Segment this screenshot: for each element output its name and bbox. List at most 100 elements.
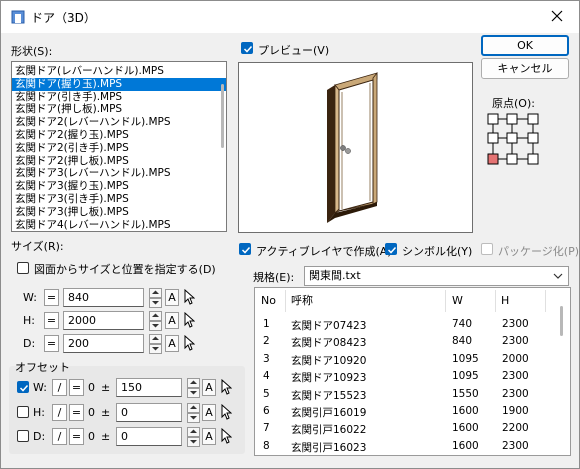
- table-cell: 玄関ドア15523: [291, 389, 367, 402]
- offset-w-eq[interactable]: =: [69, 379, 84, 396]
- table-row[interactable]: 6 玄関引戸16019 1600 1900: [255, 402, 570, 420]
- symbolize-checkbox[interactable]: [385, 243, 397, 255]
- offset-h-checkbox[interactable]: [17, 406, 29, 418]
- shape-list-item[interactable]: 玄関ドア(レバーハンドル).MPS: [12, 65, 226, 78]
- size-label: サイズ(R):: [11, 240, 64, 253]
- shape-list-scrollbar[interactable]: [221, 84, 224, 148]
- shape-list-item[interactable]: 玄関ドア2(引き手).MPS: [12, 142, 226, 155]
- shape-list-item[interactable]: 玄関ドア3(レバーハンドル).MPS: [12, 167, 226, 180]
- size-h-unit-button[interactable]: A: [165, 312, 179, 329]
- shape-listbox[interactable]: 玄関ドア(レバーハンドル).MPS 玄関ドア(握り玉).MPS 玄関ドア(引き手).…: [11, 61, 227, 232]
- table-cell: 玄関ドア08423: [291, 337, 367, 350]
- shape-list-item[interactable]: 玄関ドア3(握り玉).MPS: [12, 180, 226, 193]
- table-row[interactable]: 2 玄関ドア08423 840 2300: [255, 332, 570, 350]
- offset-d-base: 0: [88, 430, 95, 443]
- size-d-input[interactable]: 200: [63, 334, 144, 353]
- table-cell: 玄関ドア10923: [291, 372, 367, 385]
- shape-list-item[interactable]: 玄関ドア(押し板).MPS: [12, 103, 226, 116]
- size-h-op[interactable]: =: [44, 312, 59, 329]
- offset-d-eq[interactable]: =: [69, 428, 84, 445]
- offset-d-input[interactable]: 0: [116, 427, 182, 446]
- col-header-no[interactable]: No: [261, 288, 276, 314]
- shape-list-item[interactable]: 玄関ドア2(握り玉).MPS: [12, 129, 226, 142]
- size-d-op[interactable]: =: [44, 335, 59, 352]
- size-w-pick-icon[interactable]: [183, 289, 195, 305]
- offset-d-pick-icon[interactable]: [220, 428, 232, 444]
- size-w-input[interactable]: 840: [63, 288, 144, 307]
- size-h-pick-icon[interactable]: [183, 312, 195, 328]
- offset-w-pick-icon[interactable]: [220, 379, 232, 395]
- col-header-w[interactable]: W: [452, 288, 463, 314]
- close-icon[interactable]: [547, 6, 567, 26]
- offset-h-spinner[interactable]: [187, 403, 200, 423]
- app-icon: [11, 10, 25, 24]
- table-cell: 2: [263, 335, 270, 348]
- table-row[interactable]: 7 玄関引戸16022 1600 2200: [255, 419, 570, 437]
- shape-list-item[interactable]: 玄関ドア3(押し板).MPS: [12, 206, 226, 219]
- door-3d-illustration: [327, 71, 378, 223]
- shape-list-item[interactable]: 玄関ドア(握り玉).MPS: [12, 77, 226, 91]
- offset-h-base: 0: [88, 406, 95, 419]
- offset-d-checkbox[interactable]: [17, 430, 29, 442]
- table-cell: 2300: [502, 439, 529, 452]
- table-row[interactable]: 1 玄関ドア07423 740 2300: [255, 315, 570, 333]
- offset-w-spinner[interactable]: [187, 378, 200, 398]
- col-header-h[interactable]: H: [501, 288, 509, 314]
- size-d-unit-button[interactable]: A: [165, 335, 179, 352]
- offset-h-div[interactable]: /: [52, 404, 67, 421]
- active-layer-label: アクティブレイヤで作成(A): [256, 245, 392, 258]
- offset-w-div[interactable]: /: [52, 379, 67, 396]
- table-scrollbar[interactable]: [560, 306, 563, 336]
- cancel-button[interactable]: キャンセル: [481, 58, 569, 79]
- active-layer-checkbox[interactable]: [239, 243, 251, 255]
- size-d-pick-icon[interactable]: [183, 335, 195, 351]
- table-cell: 2000: [502, 352, 529, 365]
- offset-d-div[interactable]: /: [52, 428, 67, 445]
- offset-d-unit-button[interactable]: A: [202, 428, 216, 445]
- size-h-spinner[interactable]: [149, 311, 162, 331]
- col-header-name[interactable]: 呼称: [291, 288, 313, 314]
- table-cell: 1095: [452, 370, 479, 383]
- spec-table[interactable]: No 呼称 W H 1 玄関ドア07423 740 2300 2 玄関ドア08423 840…: [254, 287, 571, 456]
- spec-select[interactable]: 関東間.txt: [304, 266, 569, 286]
- size-w-spinner[interactable]: [149, 288, 162, 308]
- table-cell: 6: [263, 405, 270, 417]
- table-row[interactable]: 8 玄関引戸16023 1600 2300: [255, 437, 570, 455]
- origin-selector[interactable]: [485, 111, 543, 169]
- offset-w-unit-button[interactable]: A: [202, 379, 216, 396]
- size-w-unit-button[interactable]: A: [165, 289, 179, 306]
- table-cell: 840: [452, 335, 473, 348]
- shape-list-item[interactable]: 玄関ドア3(引き手).MPS: [12, 193, 226, 206]
- preview-checkbox[interactable]: [241, 42, 253, 54]
- table-cell: 2200: [502, 422, 529, 435]
- offset-w-plusminus: ±: [101, 381, 111, 394]
- package-checkbox[interactable]: [481, 243, 493, 255]
- offset-d-spinner[interactable]: [187, 427, 200, 447]
- shape-list-item[interactable]: 玄関ドア2(レバーハンドル).MPS: [12, 116, 226, 129]
- symbolize-label: シンボル化(Y): [402, 245, 473, 258]
- package-label: パッケージ化(P): [498, 245, 579, 258]
- offset-h-axis: H:: [33, 406, 45, 419]
- table-row[interactable]: 4 玄関ドア10923 1095 2300: [255, 367, 570, 385]
- table-cell: 1600: [452, 405, 479, 417]
- table-cell: 7: [263, 422, 270, 435]
- shape-list-item[interactable]: 玄関ドア2(押し板).MPS: [12, 155, 226, 168]
- offset-d-plusminus: ±: [101, 430, 111, 443]
- offset-w-input[interactable]: 150: [116, 378, 182, 397]
- table-row[interactable]: 3 玄関ドア10920 1095 2000: [255, 350, 570, 368]
- size-w-op[interactable]: =: [44, 289, 59, 306]
- table-cell: 8: [263, 439, 270, 452]
- offset-w-checkbox[interactable]: [17, 381, 29, 393]
- table-row[interactable]: 5 玄関ドア15523 1550 2300: [255, 385, 570, 403]
- shape-list-item[interactable]: 玄関ドア4(レバーハンドル).MPS: [12, 219, 226, 231]
- offset-h-eq[interactable]: =: [69, 404, 84, 421]
- offset-h-unit-button[interactable]: A: [202, 404, 216, 421]
- size-d-spinner[interactable]: [149, 334, 162, 354]
- from-drawing-checkbox[interactable]: [17, 262, 29, 274]
- offset-h-input[interactable]: 0: [116, 403, 182, 422]
- ok-button[interactable]: OK: [481, 35, 569, 56]
- size-h-input[interactable]: 2000: [63, 311, 144, 330]
- table-cell: 5: [263, 387, 270, 400]
- offset-h-pick-icon[interactable]: [220, 404, 232, 420]
- shape-list-item[interactable]: 玄関ドア(引き手).MPS: [12, 91, 226, 104]
